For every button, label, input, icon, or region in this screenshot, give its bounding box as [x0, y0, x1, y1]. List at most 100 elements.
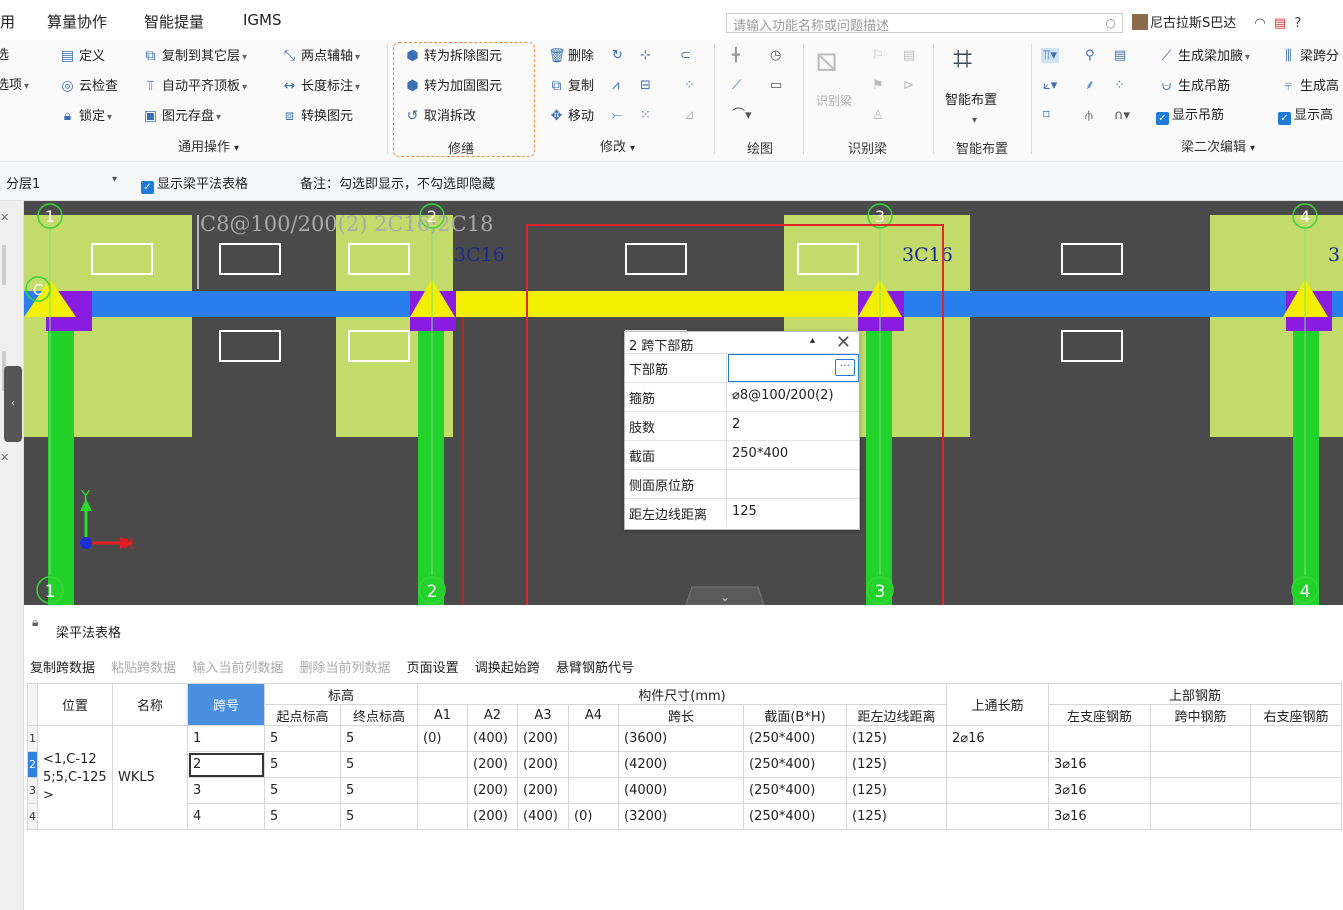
cell[interactable]: (400)	[467, 725, 518, 752]
cell[interactable]: (125)	[846, 725, 947, 752]
cantilever-code-button[interactable]: 悬臂钢筋代号	[556, 661, 634, 676]
cell[interactable]: (200)	[517, 725, 569, 752]
help-icon[interactable]: ?	[1294, 16, 1301, 31]
collapse-left-button[interactable]: ‹	[4, 366, 22, 442]
cell[interactable]: (200)	[467, 803, 518, 830]
cell[interactable]: 5	[264, 725, 341, 752]
paste-span-data-button[interactable]: 粘贴跨数据	[111, 661, 176, 676]
cell[interactable]: (125)	[846, 803, 947, 830]
rotate-icon[interactable]: ↻	[612, 47, 623, 65]
menu-item-collab[interactable]: 算量协作	[47, 11, 107, 32]
offset-icon[interactable]: ⊂	[680, 47, 691, 65]
bottom-bar-input[interactable]: ···	[728, 354, 859, 382]
side-bar-field[interactable]	[728, 470, 859, 498]
cell[interactable]: 5	[264, 803, 341, 830]
identify-beam-icon[interactable]: ⧅	[816, 40, 838, 80]
row-number[interactable]: 2	[27, 751, 38, 778]
close-icon[interactable]: ✕	[836, 332, 851, 353]
copy-span-data-button[interactable]: 复制跨数据	[30, 661, 95, 676]
cell[interactable]	[1250, 751, 1342, 778]
cell[interactable]: (125)	[846, 777, 947, 804]
group-label-general[interactable]: 通用操作 ▾	[178, 136, 239, 155]
break-icon[interactable]: ⤚	[612, 107, 622, 125]
array-icon[interactable]: ⁘	[684, 77, 695, 95]
swap-start-span-button[interactable]: 调换起始跨	[475, 661, 540, 676]
cell[interactable]: (3200)	[618, 803, 744, 830]
cell[interactable]: 5	[264, 751, 341, 778]
cell[interactable]	[946, 803, 1049, 830]
cell[interactable]	[568, 777, 619, 804]
cell[interactable]	[1150, 777, 1251, 804]
layer-select[interactable]: 分层1 ▾	[6, 173, 117, 192]
two-point-axis-button[interactable]: ⤡ 两点辅轴 ▾	[281, 47, 360, 67]
cell[interactable]	[946, 751, 1049, 778]
cell[interactable]: 3⌀16	[1048, 751, 1151, 778]
beam-split-icon[interactable]: ⸙	[1085, 77, 1095, 95]
input-column-data-button[interactable]: 输入当前列数据	[192, 661, 283, 676]
pin-icon[interactable]: ▴	[810, 335, 815, 346]
beam-span-button[interactable]: ⫼ 梁跨分	[1280, 47, 1339, 66]
section-field[interactable]: 250*400	[728, 441, 859, 469]
table-check-icon[interactable]: ▤	[903, 47, 915, 65]
cell[interactable]: 5	[340, 725, 418, 752]
mirror-icon[interactable]: ⩘	[612, 77, 619, 95]
arc-icon[interactable]: ⌒▾	[732, 107, 752, 125]
cell[interactable]	[1150, 751, 1251, 778]
show-high-checkbox[interactable]: ✓ 显示高	[1278, 107, 1333, 125]
to-reinforce-button[interactable]: ⬢ 转为加固图元	[404, 77, 502, 96]
cell[interactable]	[1150, 725, 1251, 752]
cell[interactable]	[1250, 725, 1342, 752]
move-button[interactable]: ✥ 移动	[548, 107, 594, 126]
cell[interactable]: (3600)	[618, 725, 744, 752]
cell[interactable]: 3	[187, 777, 265, 804]
cell-current[interactable]: 2	[187, 751, 265, 778]
cell[interactable]: (4200)	[618, 751, 744, 778]
auto-flush-top-button[interactable]: ⫪ 自动平齐顶板 ▾	[142, 77, 248, 97]
cell[interactable]: 5	[340, 777, 418, 804]
show-hanger-checkbox[interactable]: ✓ 显示吊筋	[1156, 107, 1224, 125]
cell[interactable]	[417, 777, 468, 804]
copy-button[interactable]: ⧉ 复制	[548, 77, 595, 96]
cell[interactable]	[1250, 777, 1342, 804]
beam-draw-icon[interactable]: ⟀▾	[1043, 77, 1057, 95]
cell[interactable]: (200)	[467, 777, 518, 804]
cell[interactable]	[417, 751, 468, 778]
hanger-icon[interactable]: ⫛	[1085, 107, 1093, 125]
close-icon[interactable]: ✕	[0, 451, 9, 464]
cell[interactable]: 5	[340, 751, 418, 778]
legs-field[interactable]: 2	[728, 412, 859, 440]
smart-layout-icon[interactable]: ⌗	[953, 39, 972, 79]
cell[interactable]: 4	[187, 803, 265, 830]
ribbon-edge-item[interactable]: 选	[0, 47, 9, 65]
cell[interactable]: 2⌀16	[946, 725, 1049, 752]
cell[interactable]: (250*400)	[743, 725, 847, 752]
cell-position[interactable]: <1,C-125;5,C-125>	[37, 725, 113, 830]
original-bar-icon[interactable]: ⫪▾	[1041, 47, 1059, 65]
cell[interactable]	[1250, 803, 1342, 830]
copy-to-floor-button[interactable]: ⧉ 复制到其它层 ▾	[142, 47, 248, 67]
smart-layout-button[interactable]: 智能布置	[945, 92, 997, 110]
beam-select-icon[interactable]: ⌑	[1043, 107, 1050, 125]
cell[interactable]	[568, 725, 619, 752]
chevron-down-icon[interactable]: ▾	[972, 112, 977, 130]
cell[interactable]: (200)	[517, 751, 569, 778]
cell[interactable]: (250*400)	[743, 751, 847, 778]
beam-grid-icon[interactable]: ⁘	[1114, 77, 1125, 95]
cell-name[interactable]: WKL5	[112, 725, 188, 830]
cell[interactable]: (250*400)	[743, 803, 847, 830]
cell[interactable]: (400)	[517, 803, 569, 830]
row-number[interactable]: 4	[27, 803, 38, 830]
ribbon-options[interactable]: 选项 ▾	[0, 77, 29, 96]
cell[interactable]: (200)	[517, 777, 569, 804]
check-icon[interactable]: ⚐	[872, 47, 884, 65]
line-icon[interactable]: ⟋	[732, 77, 741, 95]
clock-icon[interactable]: ◷	[770, 47, 781, 65]
cell[interactable]: (4000)	[618, 777, 744, 804]
cell[interactable]: (250*400)	[743, 777, 847, 804]
length-dim-button[interactable]: ↔ 长度标注 ▾	[281, 77, 360, 97]
popup-header[interactable]: 2 跨下部筋 ▴ ✕	[625, 332, 859, 354]
cell[interactable]	[568, 751, 619, 778]
page-setup-button[interactable]: 页面设置	[407, 661, 459, 676]
split-icon[interactable]: ⊿	[684, 107, 695, 125]
menu-item-igms[interactable]: IGMS	[243, 11, 282, 29]
